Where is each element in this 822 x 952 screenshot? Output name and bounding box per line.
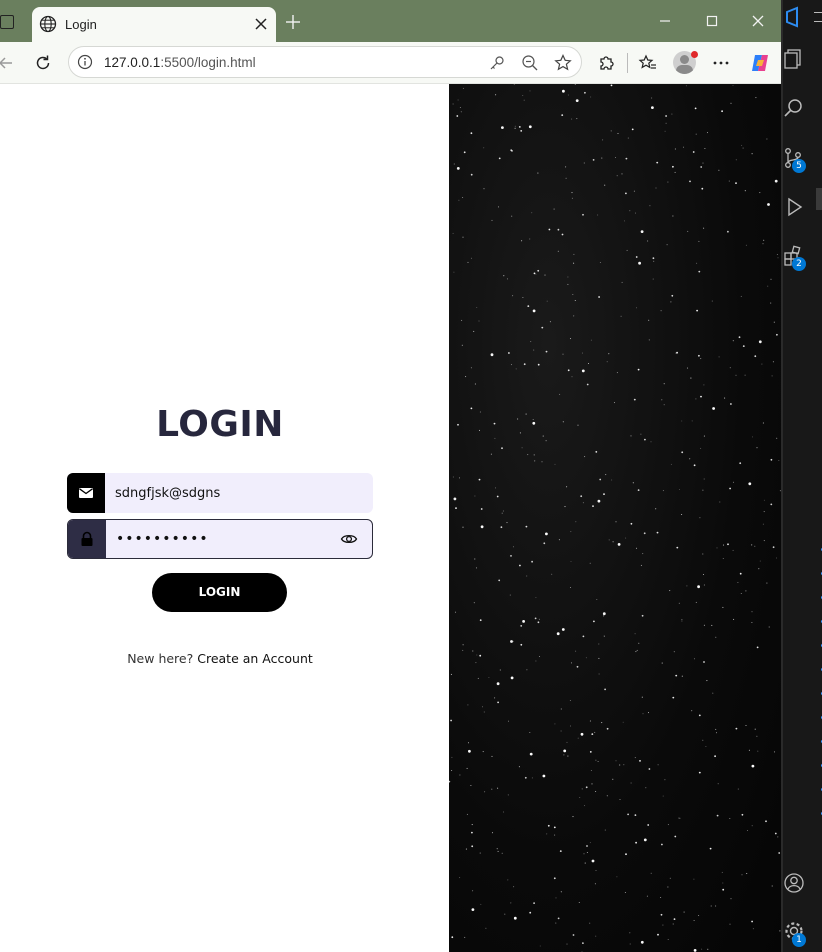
password-input[interactable] bbox=[116, 520, 336, 558]
sidebar-toggle-icon[interactable] bbox=[0, 15, 14, 29]
copilot-icon[interactable] bbox=[749, 52, 771, 74]
email-field-icon-box bbox=[67, 473, 105, 513]
zoom-out-icon[interactable] bbox=[520, 53, 540, 73]
browser-toolbar: 127.0.0.1:5500/login.html bbox=[0, 42, 781, 84]
avatar-body bbox=[676, 65, 693, 74]
url-text: 127.0.0.1:5500/login.html bbox=[104, 55, 256, 70]
browser-title-bar: Login bbox=[0, 0, 781, 42]
favorite-star-icon[interactable] bbox=[553, 53, 573, 73]
show-password-eye-icon[interactable] bbox=[340, 530, 358, 548]
extensions-badge: 2 bbox=[792, 257, 806, 271]
toolbar-divider bbox=[627, 53, 628, 73]
settings-badge: 1 bbox=[792, 933, 806, 947]
refresh-icon[interactable] bbox=[33, 53, 53, 73]
tab-title: Login bbox=[65, 17, 97, 32]
password-field[interactable] bbox=[67, 519, 373, 559]
vscode-scrollbar[interactable] bbox=[816, 188, 822, 210]
globe-icon bbox=[39, 15, 57, 33]
run-debug-icon[interactable] bbox=[783, 196, 805, 218]
minimize-icon[interactable] bbox=[656, 12, 674, 30]
password-field-icon-box bbox=[68, 520, 106, 558]
starfield-background-image bbox=[449, 84, 781, 952]
signup-prompt: New here? Create an Account bbox=[0, 651, 440, 666]
maximize-icon[interactable] bbox=[703, 12, 721, 30]
close-tab-icon[interactable] bbox=[252, 15, 270, 33]
email-field[interactable] bbox=[67, 473, 373, 513]
address-bar[interactable]: 127.0.0.1:5500/login.html bbox=[68, 46, 582, 78]
browser-window: Login 127.0.0.1:5500/login.html LOGIN sd… bbox=[0, 0, 781, 952]
login-button[interactable]: LOGIN bbox=[152, 573, 287, 612]
url-path: :5500/login.html bbox=[160, 55, 256, 70]
vscode-logo-icon bbox=[786, 6, 798, 28]
vscode-activity-bar: 5 2 1 bbox=[781, 0, 822, 952]
favorites-icon[interactable] bbox=[638, 53, 658, 73]
lock-icon bbox=[81, 531, 93, 546]
vscode-menu-icon[interactable] bbox=[814, 12, 822, 22]
browser-tab[interactable]: Login bbox=[32, 7, 276, 42]
explorer-icon[interactable] bbox=[783, 48, 805, 70]
close-window-icon[interactable] bbox=[749, 12, 767, 30]
avatar-head bbox=[680, 55, 689, 64]
signup-prefix: New here? bbox=[127, 651, 194, 666]
create-account-link[interactable]: Create an Account bbox=[197, 651, 313, 666]
extensions-icon[interactable] bbox=[596, 53, 616, 73]
mail-icon bbox=[79, 488, 93, 498]
source-control-badge: 5 bbox=[792, 159, 806, 173]
password-key-icon[interactable] bbox=[487, 53, 507, 73]
email-input[interactable] bbox=[115, 473, 335, 513]
new-tab-icon[interactable] bbox=[285, 14, 301, 30]
login-page: LOGIN sdngfjsk@sdgns •••••••••• LOGIN Ne… bbox=[0, 84, 781, 952]
url-host: 127.0.0.1 bbox=[104, 55, 161, 70]
search-icon[interactable] bbox=[783, 97, 805, 119]
more-options-icon[interactable] bbox=[711, 53, 731, 73]
back-icon[interactable] bbox=[0, 53, 16, 73]
account-icon[interactable] bbox=[783, 872, 805, 894]
login-form-panel: LOGIN sdngfjsk@sdgns •••••••••• LOGIN Ne… bbox=[0, 84, 449, 952]
site-info-icon[interactable] bbox=[77, 54, 93, 70]
page-title: LOGIN bbox=[156, 404, 284, 445]
profile-alert-dot bbox=[691, 51, 698, 58]
starfield-dots bbox=[449, 84, 781, 952]
